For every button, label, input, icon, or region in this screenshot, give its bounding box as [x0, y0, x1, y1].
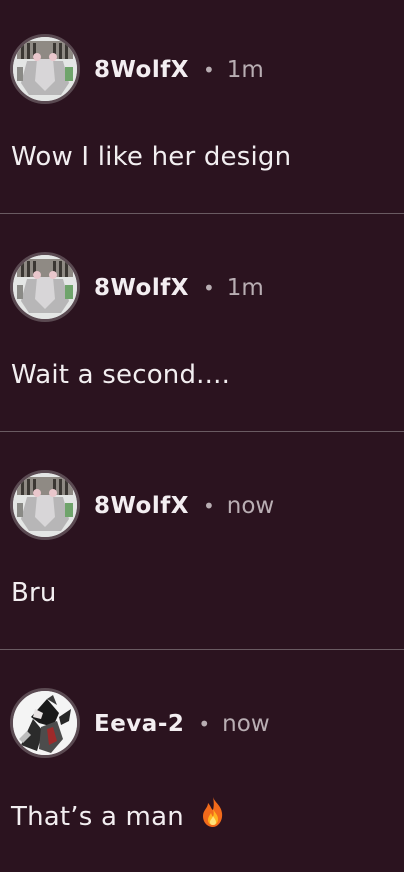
comment-text: Wow I like her design [11, 142, 292, 172]
comment-text: That’s a man [11, 802, 184, 832]
user-avatar[interactable] [10, 252, 80, 322]
comment-meta: 8WolfX • 1m [94, 55, 264, 85]
separator-dot: • [202, 494, 215, 518]
robot-avatar-icon [13, 37, 77, 101]
comment-item: 8WolfX • now Bru [0, 436, 404, 654]
character-avatar-icon [13, 691, 77, 755]
comment-item: 8WolfX • 1m Wait a second.... [0, 218, 404, 436]
timestamp: 1m [226, 275, 264, 301]
comment-text-container: That’s a man [11, 796, 226, 835]
comment-meta: Eeva-2 • now [94, 709, 270, 739]
comment-meta: 8WolfX • 1m [94, 273, 264, 303]
comment-text: Wait a second.... [11, 360, 231, 390]
username-link[interactable]: Eeva-2 [94, 711, 184, 737]
divider [0, 649, 404, 650]
username-link[interactable]: 8WolfX [94, 493, 189, 519]
comment-item: Eeva-2 • now That’s a man [0, 654, 404, 872]
separator-dot: • [202, 58, 215, 82]
robot-avatar-icon [13, 473, 77, 537]
username-link[interactable]: 8WolfX [94, 57, 189, 83]
user-avatar[interactable] [10, 34, 80, 104]
timestamp: 1m [226, 57, 264, 83]
comment-feed: 8WolfX • 1m Wow I like her design 8WolfX… [0, 0, 404, 865]
timestamp: now [226, 493, 275, 519]
comment-meta: 8WolfX • now [94, 491, 274, 521]
fire-icon [200, 796, 226, 835]
timestamp: now [222, 711, 270, 737]
comment-item: 8WolfX • 1m Wow I like her design [0, 0, 404, 218]
user-avatar[interactable] [10, 470, 80, 540]
user-avatar[interactable] [10, 688, 80, 758]
username-link[interactable]: 8WolfX [94, 275, 189, 301]
comment-text: Bru [11, 578, 57, 608]
divider [0, 431, 404, 432]
divider [0, 213, 404, 214]
separator-dot: • [198, 712, 211, 736]
separator-dot: • [202, 276, 215, 300]
robot-avatar-icon [13, 255, 77, 319]
